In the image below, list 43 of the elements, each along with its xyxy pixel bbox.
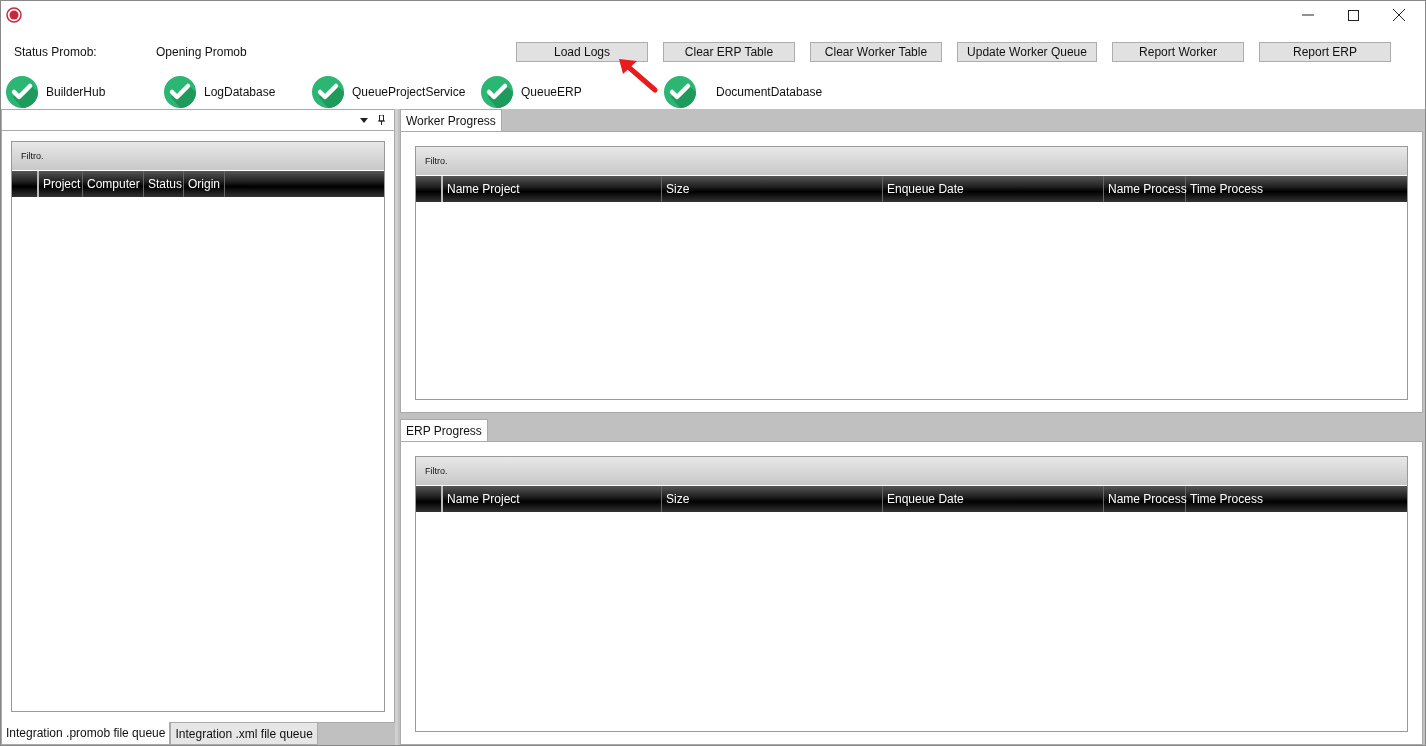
status-value: Opening Promob bbox=[156, 45, 247, 59]
column-header[interactable]: Size bbox=[662, 176, 883, 202]
filter-label: Filtro. bbox=[21, 151, 44, 161]
annotation-arrow bbox=[617, 56, 659, 94]
action-button[interactable]: Update Worker Queue bbox=[957, 42, 1097, 62]
action-button[interactable]: Load Logs bbox=[516, 42, 648, 62]
column-header[interactable]: Project bbox=[39, 171, 83, 197]
status-label: Status Promob: bbox=[14, 45, 98, 59]
column-header[interactable]: Time Process bbox=[1186, 176, 1407, 202]
service-name: DocumentDatabase bbox=[716, 85, 823, 99]
filter-bar[interactable]: Filtro. bbox=[416, 457, 1407, 486]
dropdown-icon[interactable] bbox=[360, 117, 368, 123]
column-header[interactable]: Name Project bbox=[443, 176, 662, 202]
column-header[interactable]: Enqueue Date bbox=[883, 176, 1104, 202]
filter-bar[interactable]: Filtro. bbox=[12, 142, 384, 171]
filter-label: Filtro. bbox=[425, 156, 448, 166]
tab[interactable]: Integration .promob file queue bbox=[1, 722, 171, 745]
column-header[interactable]: Name Process bbox=[1104, 486, 1186, 512]
column-header[interactable]: Computer bbox=[83, 171, 144, 197]
column-header[interactable]: Size bbox=[662, 486, 883, 512]
service-name: QueueERP bbox=[521, 85, 582, 99]
app-logo-icon bbox=[6, 7, 22, 23]
pin-icon[interactable] bbox=[378, 115, 385, 125]
filter-label: Filtro. bbox=[425, 466, 448, 476]
column-header[interactable]: Name Project bbox=[443, 486, 662, 512]
maximize-icon[interactable] bbox=[1348, 9, 1359, 21]
column-header[interactable]: Time Process bbox=[1186, 486, 1407, 512]
filter-bar[interactable]: Filtro. bbox=[416, 147, 1407, 176]
column-header[interactable]: Name Process bbox=[1104, 176, 1186, 202]
action-button[interactable]: Report ERP bbox=[1259, 42, 1391, 62]
tab[interactable]: Worker Progress bbox=[400, 109, 502, 132]
action-button[interactable]: Clear Worker Table bbox=[810, 42, 942, 62]
action-button[interactable]: Report Worker bbox=[1112, 42, 1244, 62]
tab[interactable]: ERP Progress bbox=[400, 419, 488, 442]
tab[interactable]: Integration .xml file queue bbox=[170, 723, 318, 745]
column-header[interactable]: Status bbox=[144, 171, 184, 197]
service-name: QueueProjectService bbox=[352, 85, 466, 99]
action-button[interactable]: Clear ERP Table bbox=[663, 42, 795, 62]
close-icon[interactable] bbox=[1393, 9, 1405, 21]
column-header[interactable]: Origin bbox=[184, 171, 225, 197]
service-name: BuilderHub bbox=[46, 85, 106, 99]
service-name: LogDatabase bbox=[204, 85, 276, 99]
column-header[interactable]: Enqueue Date bbox=[883, 486, 1104, 512]
